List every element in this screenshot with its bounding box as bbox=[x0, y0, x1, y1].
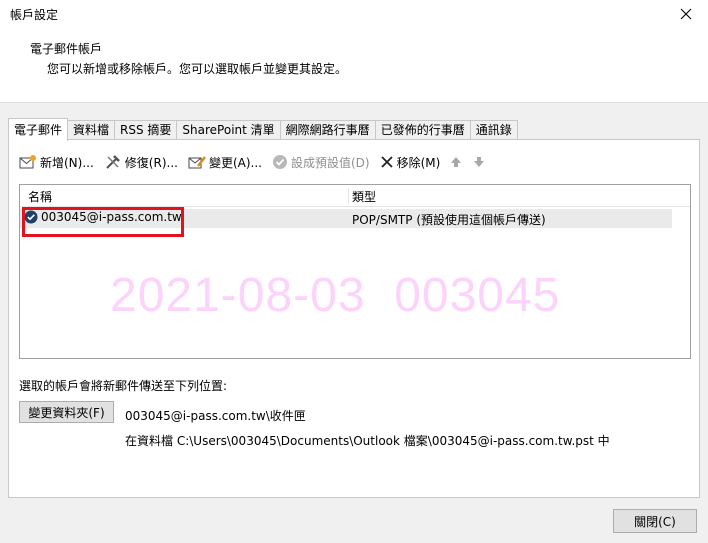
new-mail-icon bbox=[19, 155, 36, 169]
window-title: 帳戶設定 bbox=[10, 8, 59, 22]
change-account-label: 變更(A)... bbox=[208, 155, 262, 170]
delivery-data-file: 在資料檔 C:\Users\003045\Documents\Outlook 檔… bbox=[125, 434, 610, 448]
dialog-header: 電子郵件帳戶 您可以新增或移除帳戶。您可以選取帳戶並變更其設定。 bbox=[0, 28, 708, 103]
move-down-button[interactable] bbox=[473, 156, 488, 168]
column-header-type[interactable]: 類型 bbox=[352, 188, 376, 204]
change-account-button[interactable]: 變更(A)... bbox=[188, 154, 262, 171]
email-tab-panel: 新增(N)... 修復(R)... 變更(A)... 設成預設值(D) 移除(M… bbox=[8, 139, 700, 498]
table-row[interactable]: 003045@i-pass.com.tw POP/SMTP (預設使用這個帳戶傳… bbox=[20, 209, 672, 228]
tab-published-calendars[interactable]: 已發佈的行事曆 bbox=[374, 120, 471, 140]
close-window-button[interactable] bbox=[664, 0, 708, 28]
account-name-cell: 003045@i-pass.com.tw bbox=[24, 210, 182, 224]
header-divider bbox=[348, 188, 349, 204]
tab-rss-feeds[interactable]: RSS 摘要 bbox=[114, 120, 178, 140]
set-default-label: 設成預設值(D) bbox=[290, 155, 370, 170]
tab-data-files[interactable]: 資料檔 bbox=[67, 120, 116, 140]
remove-account-label: 移除(M) bbox=[396, 155, 441, 170]
tools-icon bbox=[106, 155, 120, 169]
column-header-name[interactable]: 名稱 bbox=[28, 188, 52, 204]
default-account-check-icon bbox=[24, 210, 38, 224]
change-folder-button[interactable]: 變更資料夾(F) bbox=[19, 401, 114, 423]
tab-email[interactable]: 電子郵件 bbox=[8, 118, 69, 141]
arrow-down-icon bbox=[474, 157, 485, 167]
delivery-folder-path: 003045@i-pass.com.tw\收件匣 bbox=[125, 409, 306, 423]
header-underline bbox=[20, 206, 690, 207]
close-button[interactable]: 關閉(C) bbox=[613, 509, 697, 533]
header-subtitle: 您可以新增或移除帳戶。您可以選取帳戶並變更其設定。 bbox=[47, 62, 348, 76]
account-type: POP/SMTP (預設使用這個帳戶傳送) bbox=[352, 213, 546, 227]
new-account-button[interactable]: 新增(N)... bbox=[19, 154, 94, 171]
account-toolbar: 新增(N)... 修復(R)... 變更(A)... 設成預設值(D) 移除(M… bbox=[19, 152, 498, 172]
remove-account-button[interactable]: 移除(M) bbox=[380, 154, 441, 171]
title-bar: 帳戶設定 bbox=[0, 0, 708, 28]
close-icon bbox=[680, 8, 692, 20]
repair-account-button[interactable]: 修復(R)... bbox=[104, 154, 178, 171]
tab-strip: 電子郵件 資料檔 RSS 摘要 SharePoint 清單 網際網路行事曆 已發… bbox=[8, 118, 518, 141]
repair-account-label: 修復(R)... bbox=[124, 155, 178, 170]
tab-internet-calendars[interactable]: 網際網路行事曆 bbox=[279, 120, 376, 140]
account-list[interactable]: 名稱 類型 003045@i-pass.com.tw POP/SMTP (預設使… bbox=[19, 184, 691, 359]
new-account-label: 新增(N)... bbox=[40, 155, 94, 170]
tab-sharepoint-lists[interactable]: SharePoint 清單 bbox=[176, 120, 281, 140]
delivery-label: 選取的帳戶會將新郵件傳送至下列位置: bbox=[19, 379, 228, 393]
check-circle-icon bbox=[272, 155, 287, 169]
tab-address-books[interactable]: 通訊錄 bbox=[469, 120, 518, 140]
header-title: 電子郵件帳戶 bbox=[30, 42, 103, 56]
remove-x-icon bbox=[380, 156, 393, 168]
set-default-button[interactable]: 設成預設值(D) bbox=[272, 154, 370, 171]
arrow-up-icon bbox=[451, 157, 462, 167]
account-name: 003045@i-pass.com.tw bbox=[41, 210, 182, 224]
edit-mail-icon bbox=[188, 156, 206, 169]
move-up-button[interactable] bbox=[450, 156, 465, 168]
